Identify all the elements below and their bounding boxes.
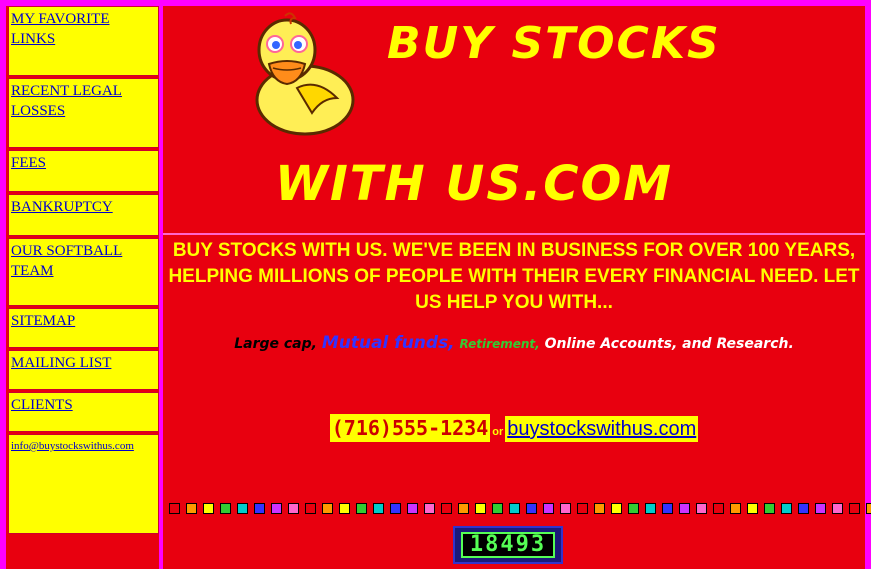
nav-cell-fees: FEES (8, 150, 159, 192)
decorative-dots-row (169, 503, 871, 514)
nav-link-mailing-list[interactable]: MAILING LIST (11, 355, 111, 371)
decorative-dot (441, 503, 452, 514)
decorative-dot (849, 503, 860, 514)
main-content: BUY STOCKS WITH US.COM BUY STOCKS WITH U… (163, 6, 871, 569)
nav-cell-bankruptcy: BANKRUPTCY (8, 194, 159, 236)
decorative-dot (169, 503, 180, 514)
decorative-dot (662, 503, 673, 514)
nav-cell-mailing-list: MAILING LIST (8, 350, 159, 390)
contact-line: (716)555-1234 or buystockswithus.com (163, 414, 865, 442)
website-link[interactable]: buystockswithus.com (505, 416, 699, 442)
decorative-dot (645, 503, 656, 514)
nav-link-sitemap[interactable]: SITEMAP (11, 313, 75, 329)
header-divider (163, 233, 865, 235)
nav-link-favorite-links[interactable]: MY FAVORITE LINKS (11, 11, 109, 47)
decorative-dot (390, 503, 401, 514)
phone-number: (716)555-1234 (329, 414, 491, 442)
decorative-dot (305, 503, 316, 514)
decorative-dot (492, 503, 503, 514)
decorative-dot (186, 503, 197, 514)
site-title-line1: BUY STOCKS (387, 18, 721, 69)
decorative-dot (611, 503, 622, 514)
nav-link-legal-losses[interactable]: RECENT LEGAL LOSSES (11, 83, 122, 119)
service-large-cap: Large cap, (234, 336, 317, 352)
decorative-dot (560, 503, 571, 514)
decorative-dot (832, 503, 843, 514)
nav-cell-clients: CLIENTS (8, 392, 159, 432)
nav-link-bankruptcy[interactable]: BANKRUPTCY (11, 199, 113, 215)
decorative-dot (458, 503, 469, 514)
decorative-dot (747, 503, 758, 514)
duck-logo-icon (255, 12, 355, 136)
intro-text: BUY STOCKS WITH US. WE'VE BEEN IN BUSINE… (168, 240, 860, 313)
site-title-line2: WITH US.COM (275, 156, 674, 212)
nav-link-fees[interactable]: FEES (11, 155, 46, 171)
or-text: or (492, 426, 504, 438)
decorative-dot (322, 503, 333, 514)
decorative-dot (407, 503, 418, 514)
nav-cell-sitemap: SITEMAP (8, 308, 159, 348)
hit-counter: 18493 (453, 526, 563, 564)
decorative-dot (288, 503, 299, 514)
decorative-dot (628, 503, 639, 514)
decorative-dot (764, 503, 775, 514)
sidebar-nav: MY FAVORITE LINKS RECENT LEGAL LOSSES FE… (6, 6, 159, 569)
decorative-dot (424, 503, 435, 514)
services-list: Large cap, Mutual funds, Retirement, Onl… (183, 329, 845, 358)
decorative-dot (254, 503, 265, 514)
decorative-dot (577, 503, 588, 514)
email-link[interactable]: info@buystockswithus.com (11, 440, 134, 452)
service-mutual-funds: Mutual funds, (321, 333, 455, 353)
nav-cell-email: info@buystockswithus.com (8, 434, 159, 534)
decorative-dot (866, 503, 871, 514)
decorative-dot (679, 503, 690, 514)
decorative-dot (475, 503, 486, 514)
nav-cell-softball-team: OUR SOFTBALL TEAM (8, 238, 159, 306)
decorative-dot (526, 503, 537, 514)
nav-cell-favorite-links: MY FAVORITE LINKS (8, 6, 159, 76)
decorative-dot (237, 503, 248, 514)
decorative-dot (798, 503, 809, 514)
service-retirement: Retirement, (459, 337, 540, 351)
decorative-dot (220, 503, 231, 514)
service-online-research: Online Accounts, and Research. (544, 336, 794, 352)
decorative-dot (696, 503, 707, 514)
decorative-dot (339, 503, 350, 514)
nav-cell-legal-losses: RECENT LEGAL LOSSES (8, 78, 159, 148)
decorative-dot (509, 503, 520, 514)
decorative-dot (815, 503, 826, 514)
decorative-dot (203, 503, 214, 514)
decorative-dot (356, 503, 367, 514)
decorative-dot (594, 503, 605, 514)
nav-link-softball-team[interactable]: OUR SOFTBALL TEAM (11, 243, 122, 279)
decorative-dot (713, 503, 724, 514)
decorative-dot (781, 503, 792, 514)
decorative-dot (271, 503, 282, 514)
decorative-dot (373, 503, 384, 514)
decorative-dot (543, 503, 554, 514)
nav-link-clients[interactable]: CLIENTS (11, 397, 73, 413)
decorative-dot (730, 503, 741, 514)
hit-counter-value: 18493 (461, 532, 555, 558)
